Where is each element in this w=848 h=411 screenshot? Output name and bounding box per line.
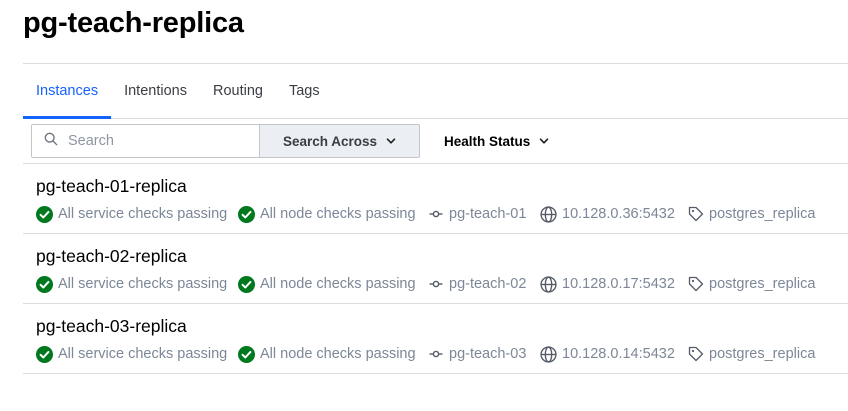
tag: postgres_replica bbox=[688, 204, 815, 224]
check-circle-icon bbox=[36, 205, 53, 223]
check-circle-icon bbox=[36, 275, 53, 293]
address: 10.128.0.14:5432 bbox=[540, 344, 675, 364]
instance-row[interactable]: pg-teach-02-replica All service checks p… bbox=[23, 234, 848, 304]
tab-instances[interactable]: Instances bbox=[23, 64, 112, 119]
check-circle-icon bbox=[238, 345, 255, 363]
node-link[interactable]: pg-teach-02 bbox=[429, 274, 526, 294]
node-checks-status: All node checks passing bbox=[238, 204, 416, 224]
tag: postgres_replica bbox=[688, 274, 815, 294]
chevron-down-icon bbox=[539, 138, 549, 144]
tab-bar: Instances Intentions Routing Tags bbox=[23, 63, 848, 119]
node-checks-status: All node checks passing bbox=[238, 344, 416, 364]
instance-name: pg-teach-02-replica bbox=[36, 246, 187, 266]
chevron-down-icon bbox=[386, 138, 396, 144]
page-title: pg-teach-replica bbox=[23, 7, 244, 39]
search-box bbox=[31, 124, 259, 158]
filter-bar: Search Across Health Status bbox=[23, 119, 848, 164]
check-circle-icon bbox=[36, 345, 53, 363]
git-commit-icon bbox=[429, 210, 443, 218]
address: 10.128.0.17:5432 bbox=[540, 274, 675, 294]
tag-icon bbox=[688, 276, 704, 292]
search-across-dropdown[interactable]: Search Across bbox=[259, 124, 420, 158]
tag-icon bbox=[688, 206, 704, 222]
instance-row[interactable]: pg-teach-03-replica All service checks p… bbox=[23, 304, 848, 374]
search-input[interactable] bbox=[68, 133, 238, 149]
search-across-label: Search Across bbox=[282, 133, 378, 149]
service-checks-status: All service checks passing bbox=[36, 344, 227, 364]
node-checks-status: All node checks passing bbox=[238, 274, 416, 294]
tab-routing[interactable]: Routing bbox=[200, 64, 276, 118]
health-status-dropdown[interactable]: Health Status bbox=[444, 124, 549, 158]
service-checks-status: All service checks passing bbox=[36, 204, 227, 224]
git-commit-icon bbox=[429, 280, 443, 288]
tag-icon bbox=[688, 346, 704, 362]
globe-icon bbox=[540, 205, 557, 223]
check-circle-icon bbox=[238, 205, 255, 223]
tag: postgres_replica bbox=[688, 344, 815, 364]
instance-name: pg-teach-03-replica bbox=[36, 316, 187, 336]
globe-icon bbox=[540, 345, 557, 363]
search-icon bbox=[44, 132, 58, 151]
globe-icon bbox=[540, 275, 557, 293]
instance-name: pg-teach-01-replica bbox=[36, 176, 187, 196]
tab-tags[interactable]: Tags bbox=[276, 64, 333, 118]
check-circle-icon bbox=[238, 275, 255, 293]
node-link[interactable]: pg-teach-01 bbox=[429, 204, 526, 224]
instance-row[interactable]: pg-teach-01-replica All service checks p… bbox=[23, 164, 848, 234]
node-link[interactable]: pg-teach-03 bbox=[429, 344, 526, 364]
service-checks-status: All service checks passing bbox=[36, 274, 227, 294]
git-commit-icon bbox=[429, 350, 443, 358]
address: 10.128.0.36:5432 bbox=[540, 204, 675, 224]
health-status-label: Health Status bbox=[444, 133, 531, 149]
tab-intentions[interactable]: Intentions bbox=[111, 64, 200, 118]
